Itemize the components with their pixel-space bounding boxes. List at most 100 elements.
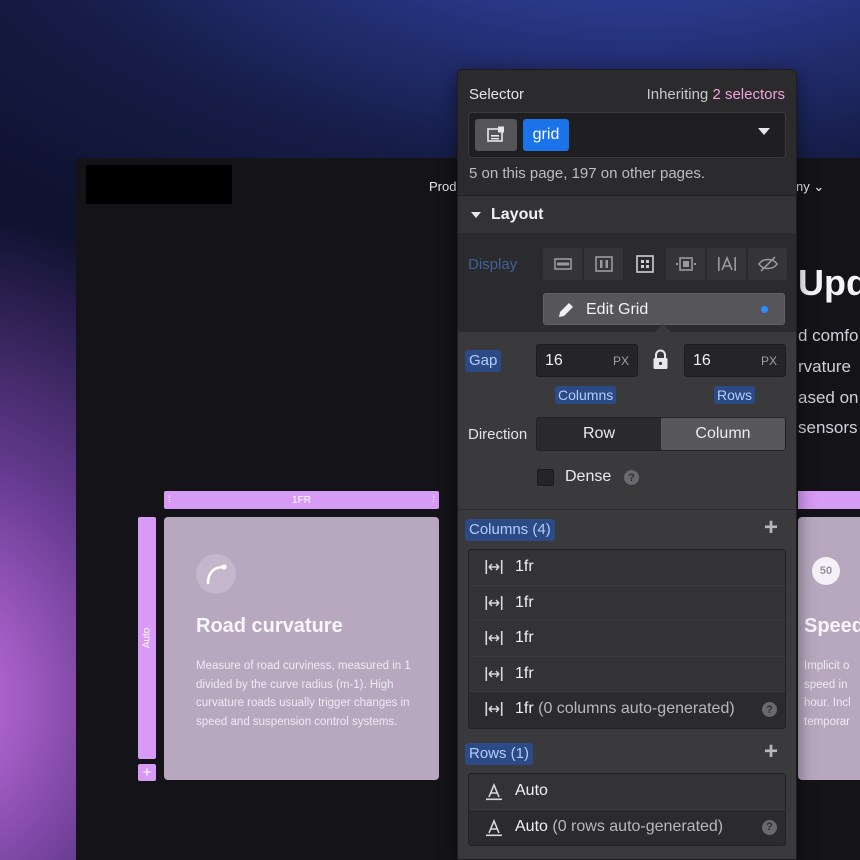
grid-column-track-handle[interactable] [798, 491, 860, 509]
row-track-value: Auto (0 rows auto-generated) [515, 818, 723, 836]
rows-header[interactable]: Rows (1) [465, 743, 534, 765]
hero-text-line: ased on [798, 388, 859, 407]
selector-field[interactable]: grid [468, 112, 786, 158]
add-column-button[interactable]: + [764, 516, 778, 540]
nav-link-products[interactable]: Prod [429, 179, 456, 194]
grid-icon [635, 255, 654, 273]
help-icon[interactable]: ? [762, 819, 777, 835]
inline-text-icon [717, 255, 736, 271]
column-width-icon [485, 560, 503, 574]
add-row-track-button[interactable]: + [764, 740, 778, 764]
gap-rows-input[interactable]: 16 PX [684, 344, 786, 377]
dense-checkbox[interactable] [537, 469, 554, 486]
column-width-icon [485, 595, 503, 610]
columns-list: 1fr 1fr 1fr 1fr 1fr (0 columns auto-gene… [468, 549, 786, 729]
track-resize-handle-right[interactable]: ⁞ [432, 494, 435, 504]
column-track-value: 1fr [515, 558, 534, 575]
lock-icon[interactable] [652, 349, 669, 371]
card-body-line: temporar [804, 715, 851, 728]
card-body: Measure of road curviness, measured in 1… [196, 660, 411, 728]
column-track-value: 1fr [515, 629, 534, 646]
nav-link-company[interactable]: ny ⌄ [796, 179, 824, 195]
feature-card[interactable]: 50 Speed Implicit o speed in hour. Incl … [798, 517, 860, 780]
inheriting-info: Inheriting 2 selectors [647, 86, 785, 103]
selector-usage-count: 5 on this page, 197 on other pages. [469, 165, 706, 182]
column-track-item[interactable]: 1fr [469, 550, 785, 586]
inheriting-selectors-link[interactable]: 2 selectors [712, 86, 785, 103]
direction-label: Direction [468, 426, 528, 443]
caret-down-icon [471, 212, 481, 218]
help-icon[interactable]: ? [762, 702, 777, 717]
hero-text-line: rvature [798, 357, 851, 376]
column-track-item[interactable]: 1fr [469, 621, 785, 657]
row-track-value: Auto [515, 782, 548, 799]
feature-card[interactable]: Road curvature Measure of road curviness… [164, 517, 439, 780]
grid-settings-popover: Gap 16 PX 16 PX Columns Rows Direction R… [458, 332, 796, 859]
layout-section-header[interactable]: Layout [458, 195, 796, 233]
dense-label: Dense [565, 468, 612, 485]
divider [458, 509, 796, 510]
grid-row-track-handle[interactable]: Auto [138, 517, 156, 759]
display-options [543, 248, 787, 280]
column-auto-value: 1fr [515, 700, 534, 717]
gap-columns-input[interactable]: 16 PX [536, 344, 638, 377]
card-body-line: speed in [804, 678, 848, 691]
direction-row-button[interactable]: Row [537, 418, 661, 450]
direction-toggle: Row Column [536, 417, 786, 451]
column-track-item[interactable]: 1fr [469, 656, 785, 692]
gap-columns-value: 16 [545, 352, 563, 369]
column-width-icon [485, 666, 503, 681]
card-body-line: Implicit o [804, 660, 850, 672]
selector-chip-grid[interactable]: grid [523, 119, 569, 151]
columns-header[interactable]: Columns (4) [465, 519, 555, 541]
column-track-value: 1fr [515, 664, 534, 682]
inline-block-icon [675, 257, 696, 271]
display-block-button[interactable] [543, 248, 582, 280]
display-flex-button[interactable] [584, 248, 623, 280]
column-width-icon [485, 631, 503, 645]
block-icon [553, 258, 572, 270]
display-inline-block-button[interactable] [666, 248, 705, 280]
hero-title: Upda [798, 262, 860, 303]
row-track-item[interactable]: Auto [469, 774, 785, 810]
curve-icon [196, 554, 236, 594]
display-inline-button[interactable] [707, 248, 746, 280]
column-track-size: 1FR [292, 494, 311, 506]
card-body: Implicit o speed in hour. Incl temporar [804, 657, 860, 731]
column-auto-note: (0 columns auto-generated) [538, 700, 735, 717]
gap-columns-label: Columns [555, 386, 617, 404]
gap-columns-unit[interactable]: PX [613, 354, 629, 368]
row-height-icon [486, 783, 502, 801]
chevron-down-icon[interactable] [757, 127, 771, 137]
card-title: Road curvature [196, 615, 343, 637]
style-panel: Selector Inheriting 2 selectors grid 5 o… [457, 69, 797, 860]
row-auto-note: (0 rows auto-generated) [552, 817, 724, 835]
row-track-size: Auto [141, 627, 153, 649]
row-auto-value: Auto [515, 817, 548, 835]
gap-rows-unit[interactable]: PX [761, 354, 777, 368]
direction-column-button[interactable]: Column [661, 418, 785, 450]
edit-grid-button[interactable]: Edit Grid [543, 293, 785, 325]
column-track-value: 1fr (0 columns auto-generated) [515, 700, 735, 718]
card-title: Speed [804, 615, 860, 637]
hero-text-line: sensors [798, 418, 858, 437]
add-row-button[interactable]: + [138, 764, 156, 781]
column-track-item[interactable]: 1fr [469, 585, 785, 621]
element-icon [487, 126, 504, 142]
display-label: Display [468, 256, 518, 273]
gap-rows-label: Rows [714, 386, 756, 404]
speed-badge-icon: 50 [812, 557, 840, 585]
grid-column-track-handle[interactable]: ⁞ 1FR ⁞ [164, 491, 439, 509]
track-resize-handle-left[interactable]: ⁞ [168, 494, 171, 504]
card-body-line: hour. Incl [804, 697, 851, 710]
display-grid-button[interactable] [625, 248, 664, 280]
selector-element-button[interactable] [475, 119, 517, 151]
rows-list: Auto Auto (0 rows auto-generated) ? [468, 773, 786, 846]
active-indicator-dot [761, 306, 768, 313]
layout-section-title: Layout [491, 206, 544, 223]
column-auto-track-item[interactable]: 1fr (0 columns auto-generated) ? [469, 692, 785, 728]
help-icon[interactable]: ? [624, 470, 639, 485]
display-none-button[interactable] [748, 248, 787, 280]
gap-label[interactable]: Gap [465, 350, 502, 372]
row-auto-track-item[interactable]: Auto (0 rows auto-generated) ? [469, 809, 785, 845]
